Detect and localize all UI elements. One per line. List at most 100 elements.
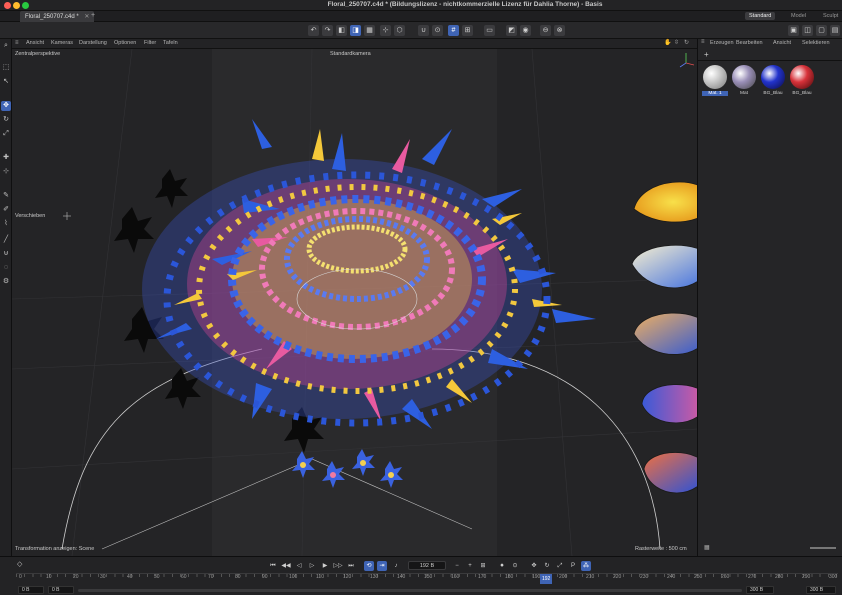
next-key-icon[interactable]: ▷▷ xyxy=(333,561,343,571)
close-window-button[interactable] xyxy=(4,2,11,9)
pointer-tool-icon[interactable]: ↖ xyxy=(1,77,11,87)
menu-optionen[interactable]: Optionen xyxy=(114,40,136,46)
preview-end-field[interactable]: 300 B xyxy=(806,586,836,594)
grid-view-icon[interactable]: ▦ xyxy=(704,544,710,551)
object-mode-icon[interactable]: ◧ xyxy=(336,25,347,36)
texture-mode-icon[interactable]: ▦ xyxy=(364,25,375,36)
scene-start-field[interactable]: 0 B xyxy=(48,586,74,594)
layout-window-icon[interactable]: ▣ xyxy=(788,25,799,36)
plus-key-icon[interactable]: + xyxy=(465,561,475,571)
add-tab-button[interactable]: + xyxy=(91,12,95,19)
go-to-end-icon[interactable]: ⏭ xyxy=(346,561,356,571)
lasso-tool-icon[interactable]: ◌ xyxy=(1,263,11,273)
rotate-key-icon[interactable]: ↻ xyxy=(542,561,552,571)
render-settings-icon[interactable]: ⊖ xyxy=(540,25,551,36)
document-tab[interactable]: Floral_250707.c4d * ✕ xyxy=(20,11,95,22)
layout-more-icon[interactable]: ▤ xyxy=(830,25,840,36)
model-mode-icon[interactable]: ◨ xyxy=(350,25,361,36)
menu-tafeln[interactable]: Tafeln xyxy=(163,40,178,46)
move-key-icon[interactable]: ✥ xyxy=(529,561,539,571)
pan-icon[interactable]: ✋ xyxy=(664,39,671,46)
layout-split-icon[interactable]: ◫ xyxy=(802,25,813,36)
axis-icon[interactable]: ⊹ xyxy=(380,25,391,36)
move-tool-icon[interactable]: ✥ xyxy=(1,101,11,111)
axis-tool-icon[interactable]: ⊹ xyxy=(1,167,11,177)
play-icon[interactable]: ▷ xyxy=(307,561,317,571)
range-slider[interactable] xyxy=(78,589,742,592)
picture-viewer-icon[interactable]: ⊗ xyxy=(554,25,565,36)
brush-tool-icon[interactable]: ⌇ xyxy=(1,219,11,229)
orbit-icon[interactable]: ↻ xyxy=(684,39,689,46)
layout-fullscreen-icon[interactable]: ▢ xyxy=(816,25,827,36)
material-label-3[interactable]: BG_Blau xyxy=(760,91,786,96)
zoom-window-button[interactable] xyxy=(22,2,29,9)
material-label-1[interactable]: Mat. 1 xyxy=(702,91,728,96)
record-icon[interactable]: ⏺ xyxy=(497,561,507,571)
render-view-icon[interactable]: ◩ xyxy=(506,25,517,36)
loop-icon[interactable]: ⟲ xyxy=(364,561,374,571)
next-frame-icon[interactable]: ▶ xyxy=(320,561,330,571)
menu-erzeugen[interactable]: Erzeugen xyxy=(710,40,734,46)
viewport-menu-icon[interactable]: ≡ xyxy=(15,40,19,46)
layout-tab-sculpt[interactable]: Sculpt xyxy=(819,12,842,20)
workplane-icon[interactable]: ⊞ xyxy=(462,25,473,36)
camera-name[interactable]: Standardkamera xyxy=(330,51,371,57)
menu-selektieren[interactable]: Selektieren xyxy=(802,40,830,46)
snap-settings-icon[interactable]: ⚙ xyxy=(1,277,11,287)
sound-icon[interactable]: ♪ xyxy=(391,561,401,571)
key-mode-icon[interactable]: ⊞ xyxy=(478,561,488,571)
sculpt-tool-icon[interactable]: ✐ xyxy=(1,205,11,215)
snap-icon[interactable]: ⬡ xyxy=(394,25,405,36)
zoom-tool-icon[interactable]: ⌕ xyxy=(1,41,11,51)
material-label-4[interactable]: BG_Blau xyxy=(789,91,815,96)
menu-ansicht[interactable]: Ansicht xyxy=(26,40,44,46)
paint-tool-icon[interactable]: ✎ xyxy=(1,191,11,201)
lock-icon[interactable]: ⊙ xyxy=(432,25,443,36)
undo-icon[interactable]: ↶ xyxy=(308,25,319,36)
transform-tool-icon[interactable]: ✚ xyxy=(1,153,11,163)
rotate-tool-icon[interactable]: ↻ xyxy=(1,115,11,125)
material-preview-4[interactable] xyxy=(790,65,814,89)
pla-key-icon[interactable]: ⁂ xyxy=(581,561,591,571)
magnet-tool-icon[interactable]: ⊍ xyxy=(1,249,11,259)
go-to-start-icon[interactable]: ⏮ xyxy=(268,561,278,571)
knife-tool-icon[interactable]: ╱ xyxy=(1,235,11,245)
minimize-window-button[interactable] xyxy=(13,2,20,9)
material-preview-3[interactable] xyxy=(761,65,785,89)
preview-size-slider[interactable] xyxy=(810,547,836,549)
range-icon[interactable]: ⇥ xyxy=(377,561,387,571)
prev-key-icon[interactable]: ◀◀ xyxy=(281,561,291,571)
autokey-icon[interactable]: ⊙ xyxy=(510,561,520,571)
layout-tab-model[interactable]: Model xyxy=(787,12,810,20)
close-tab-icon[interactable]: ✕ xyxy=(84,14,89,20)
redo-icon[interactable]: ↷ xyxy=(322,25,333,36)
grid-snap-icon[interactable]: # xyxy=(448,25,459,36)
param-key-icon[interactable]: P xyxy=(568,561,578,571)
render-icon[interactable]: ◉ xyxy=(520,25,531,36)
minus-key-icon[interactable]: − xyxy=(452,561,462,571)
menu-ansicht-materials[interactable]: Ansicht xyxy=(773,40,791,46)
dolly-icon[interactable]: ⇳ xyxy=(674,39,679,46)
select-tool-icon[interactable]: ⬚ xyxy=(1,63,11,73)
menu-bearbeiten[interactable]: Bearbeiten xyxy=(736,40,763,46)
preview-start-field[interactable]: 0 B xyxy=(18,586,44,594)
menu-filter[interactable]: Filter xyxy=(144,40,156,46)
material-preview-2[interactable] xyxy=(732,65,756,89)
menu-darstellung[interactable]: Darstellung xyxy=(79,40,107,46)
current-frame-field[interactable]: 192 B xyxy=(408,561,446,570)
scale-key-icon[interactable]: ⤢ xyxy=(555,561,565,571)
keyframe-diamond-icon[interactable]: ◇ xyxy=(17,560,22,568)
scene-end-field[interactable]: 300 B xyxy=(746,586,774,594)
3d-viewport[interactable]: Zentralperspektive Standardkamera Versch… xyxy=(12,49,697,556)
render-region-icon[interactable]: ▭ xyxy=(484,25,495,36)
panel-menu-icon[interactable]: ≡ xyxy=(701,39,705,45)
scale-tool-icon[interactable]: ⤢ xyxy=(1,129,11,139)
menu-kameras[interactable]: Kameras xyxy=(51,40,73,46)
material-preview-1[interactable] xyxy=(703,65,727,89)
layout-tab-standard[interactable]: Standard xyxy=(745,12,776,20)
magnet-icon[interactable]: ∪ xyxy=(418,25,429,36)
playhead[interactable]: 192 xyxy=(540,574,553,584)
add-material-icon[interactable]: + xyxy=(704,50,709,59)
material-label-2[interactable]: Mat xyxy=(731,91,757,96)
prev-frame-icon[interactable]: ◁ xyxy=(294,561,304,571)
